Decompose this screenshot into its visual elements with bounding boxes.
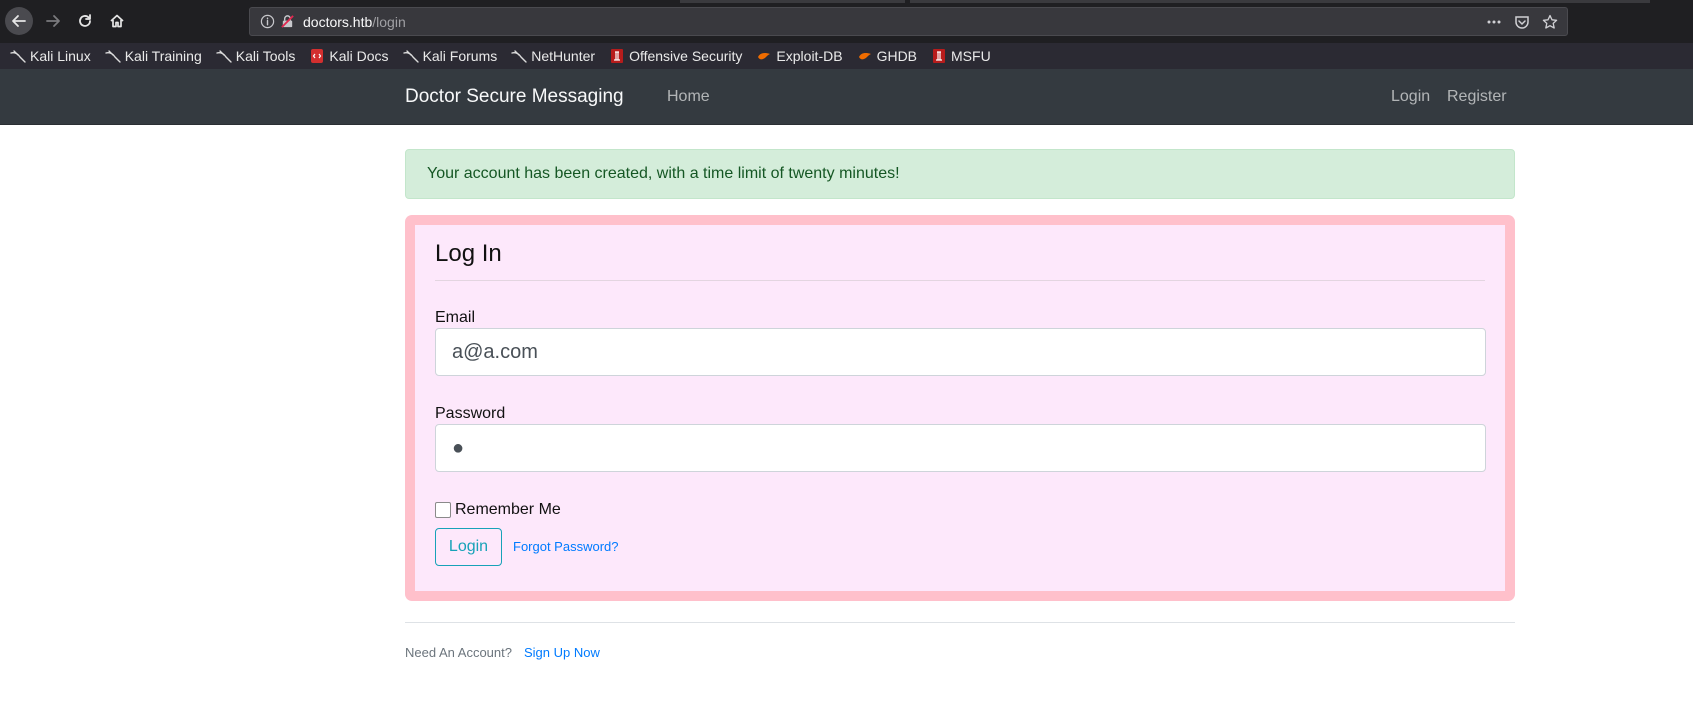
bookmark-kali-training[interactable]: Kali Training [105, 48, 202, 64]
bookmark-label: Kali Docs [329, 48, 389, 64]
forward-button[interactable] [39, 7, 67, 35]
bookmarks-toolbar: Kali Linux Kali Training Kali Tools Kali… [0, 43, 1693, 69]
footer-divider [405, 622, 1515, 623]
bookmark-kali-linux[interactable]: Kali Linux [10, 48, 91, 64]
login-form: Log In Email a@a.com Password ● Remember… [415, 225, 1505, 591]
bookmark-label: Kali Linux [30, 48, 91, 64]
remember-checkbox[interactable] [435, 502, 451, 518]
bookmark-star-button[interactable] [1541, 13, 1559, 31]
need-account-text: Need An Account? [405, 645, 512, 660]
home-icon [110, 14, 124, 28]
password-label: Password [435, 405, 506, 422]
login-card: Log In Email a@a.com Password ● Remember… [405, 215, 1515, 601]
form-legend: Log In [435, 240, 502, 267]
insecure-lock-icon[interactable] [280, 14, 295, 29]
bookmark-label: GHDB [876, 48, 918, 64]
password-field[interactable]: ● [435, 424, 1486, 472]
bookmark-nethunter[interactable]: NetHunter [511, 48, 595, 64]
tab-strip-active[interactable] [680, 0, 905, 3]
browser-toolbar: doctors.htb/login [0, 0, 1693, 43]
bookmark-label: Offensive Security [629, 48, 743, 64]
kali-docs-icon [309, 48, 325, 64]
site-brand[interactable]: Doctor Secure Messaging [405, 86, 624, 108]
url-path: /login [372, 14, 406, 30]
bookmark-kali-forums[interactable]: Kali Forums [402, 48, 498, 64]
bookmark-kali-tools[interactable]: Kali Tools [216, 48, 296, 64]
home-button[interactable] [103, 7, 131, 35]
reload-button[interactable] [71, 7, 99, 35]
nav-login-link[interactable]: Login [1391, 88, 1430, 106]
bookmark-label: Kali Training [124, 48, 202, 64]
tab-strip [910, 0, 1650, 3]
url-text[interactable]: doctors.htb/login [303, 14, 406, 30]
reload-icon [79, 14, 91, 27]
login-button[interactable]: Login [435, 528, 502, 566]
forgot-password-link[interactable]: Forgot Password? [513, 539, 619, 554]
remember-label[interactable]: Remember Me [455, 501, 561, 519]
ellipsis-icon [1487, 20, 1501, 24]
bookmark-label: Kali Tools [235, 48, 296, 64]
url-actions [1485, 13, 1559, 31]
kali-dragon-icon [511, 48, 527, 64]
back-button[interactable] [5, 7, 33, 35]
bookmark-kali-docs[interactable]: Kali Docs [309, 48, 389, 64]
arrow-left-icon [12, 15, 26, 27]
ghdb-icon [857, 48, 873, 64]
star-icon [1542, 14, 1558, 29]
email-label: Email [435, 309, 476, 326]
success-alert: Your account has been created, with a ti… [405, 149, 1515, 199]
bookmark-label: Exploit-DB [776, 48, 843, 64]
info-icon[interactable] [260, 14, 275, 29]
site-navbar: Doctor Secure Messaging Home Login Regis… [0, 69, 1693, 125]
legend-divider [435, 280, 1485, 281]
remember-me[interactable]: Remember Me [435, 501, 561, 519]
sign-up-link[interactable]: Sign Up Now [524, 645, 600, 660]
bookmark-label: NetHunter [531, 48, 596, 64]
nav-home-link[interactable]: Home [667, 88, 710, 106]
exploitdb-icon [756, 48, 772, 64]
page-actions-button[interactable] [1485, 13, 1503, 31]
arrow-right-icon [46, 15, 60, 27]
pocket-button[interactable] [1513, 13, 1531, 31]
offsec-icon [931, 48, 947, 64]
kali-dragon-icon [10, 48, 26, 64]
kali-dragon-icon [402, 48, 419, 64]
url-host: doctors.htb [303, 14, 373, 30]
bookmark-offensive-security[interactable]: Offensive Security [609, 48, 742, 64]
bookmark-label: MSFU [951, 48, 991, 64]
pocket-icon [1515, 16, 1529, 29]
nav-register-link[interactable]: Register [1447, 88, 1507, 106]
bookmark-label: Kali Forums [422, 48, 498, 64]
bookmark-msfu[interactable]: MSFU [931, 48, 991, 64]
kali-dragon-icon [216, 48, 232, 64]
kali-dragon-icon [105, 48, 121, 64]
email-field[interactable]: a@a.com [435, 328, 1486, 376]
offsec-icon [609, 48, 625, 64]
bookmark-ghdb[interactable]: GHDB [857, 48, 917, 64]
bookmark-exploit-db[interactable]: Exploit-DB [756, 48, 843, 64]
address-bar[interactable]: doctors.htb/login [249, 7, 1568, 36]
